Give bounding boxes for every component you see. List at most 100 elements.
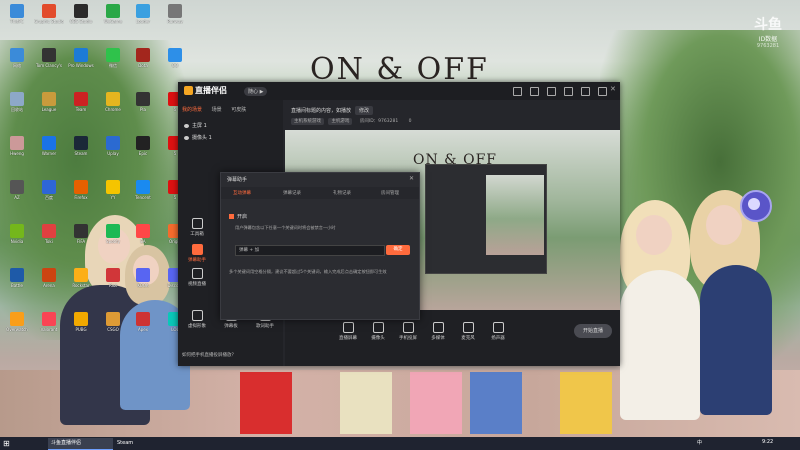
desktop-icon[interactable]: 百度 (34, 180, 64, 200)
desktop-icon[interactable]: Pro Windows (66, 48, 96, 68)
tool-label: 歌词助手 (256, 324, 274, 329)
taskbar-app-livecompanion[interactable]: 斗鱼直播伴侣 (48, 438, 113, 450)
desktop-icon[interactable]: Hweng (2, 136, 32, 156)
tool-video-live[interactable]: 视频直播 (182, 268, 212, 287)
desktop-icon[interactable]: YY (98, 180, 128, 200)
desktop-icon[interactable]: Dota (128, 48, 158, 68)
enable-checkbox[interactable]: 开启 (229, 213, 247, 220)
desktop-icon[interactable]: ThisPC (2, 4, 32, 24)
desktop-icon-label: Battle (11, 283, 23, 288)
desktop-icon[interactable]: Tom Clancy's (34, 48, 64, 68)
tool-toolbox[interactable]: 工具箱 (182, 218, 212, 237)
desktop-icon-label: Uplay (107, 151, 119, 156)
tool-avatar[interactable]: 虚拟形象 (182, 310, 212, 329)
desktop-icon[interactable]: Runway (160, 4, 190, 24)
close-icon[interactable]: ✕ (610, 85, 617, 93)
start-button[interactable]: ⊞ (3, 439, 12, 448)
desktop-icon-label: AZ (14, 195, 20, 200)
desktop-icon[interactable]: Battle (2, 268, 32, 288)
app-icon (168, 48, 182, 62)
confirm-button[interactable]: 确定 (386, 245, 410, 255)
desktop-icon[interactable]: KOOK (128, 268, 158, 288)
desktop-icon[interactable]: AZ (2, 180, 32, 200)
add-screen-capture[interactable]: 直播屏幕 (331, 322, 365, 341)
add-media[interactable]: 多媒体 (421, 322, 455, 341)
scene-item[interactable]: 摄像头 1 (184, 134, 212, 141)
subcategory-chip[interactable]: 主机游戏 (328, 118, 353, 125)
desktop-icon[interactable]: Riot (98, 268, 128, 288)
microphone-toggle[interactable]: 麦克风 (451, 322, 485, 341)
desktop-icon[interactable]: Graphic Studio (34, 4, 64, 24)
eye-icon[interactable] (184, 123, 189, 128)
desktop-icon[interactable]: OBS Studio (66, 4, 96, 24)
tab-gift-log[interactable]: 礼物记录 (333, 190, 351, 196)
skin-icon[interactable] (547, 87, 556, 96)
desktop-icon[interactable]: 微信 (98, 48, 128, 68)
tool-danmaku-helper[interactable]: 弹幕助手 (182, 244, 212, 263)
desktop-icon[interactable]: Apex (128, 312, 158, 332)
desktop-icon[interactable]: Firefox (66, 180, 96, 200)
desktop-icon[interactable]: EA (128, 224, 158, 244)
category-chip[interactable]: 主机系统游戏 (291, 118, 324, 125)
desktop-icon[interactable]: FIFA (66, 224, 96, 244)
tab-my-scenes[interactable]: 我的场景 (182, 107, 202, 113)
app-icon (106, 268, 120, 282)
desktop-icon[interactable]: PUBG (66, 312, 96, 332)
desktop-icon[interactable]: 回收站 (2, 92, 32, 112)
desktop-icon[interactable]: Valorant (34, 312, 64, 332)
bell-icon[interactable] (513, 87, 522, 96)
add-phone-cast[interactable]: 手机投屏 (391, 322, 425, 341)
help-hint[interactable]: 如何把手机直播投屏播放？ (182, 352, 236, 358)
desktop-icon[interactable]: Arena (34, 268, 64, 288)
maximize-icon[interactable] (598, 87, 607, 96)
room-title-text[interactable]: 直播间标题的内容，如播放 (291, 108, 351, 114)
version-chip[interactable]: 随心 ▶ (244, 87, 268, 96)
checkbox-icon[interactable] (229, 214, 234, 219)
desktop-icon[interactable]: Toki (34, 224, 64, 244)
desktop-icon[interactable]: Epic (128, 136, 158, 156)
keyword-input[interactable]: 弹幕 + 加 (235, 245, 385, 256)
desktop-icon[interactable]: QQ (160, 48, 190, 68)
app-icon (136, 180, 150, 194)
tab-danmaku-log[interactable]: 弹幕记录 (283, 190, 301, 196)
add-camera[interactable]: 摄像头 (361, 322, 395, 341)
desktop-icon[interactable]: Uplay (98, 136, 128, 156)
desktop-icon[interactable]: Steam (66, 136, 96, 156)
app-icon (136, 136, 150, 150)
minimize-icon[interactable] (581, 87, 590, 96)
desktop-icon[interactable]: 网络 (2, 48, 32, 68)
tab-interactive-danmaku[interactable]: 互动弹幕 (233, 190, 251, 196)
input-language[interactable]: 中 (697, 439, 702, 446)
start-live-button[interactable]: 开始直播 (574, 324, 612, 338)
tab-scenes[interactable]: 场景 (212, 107, 222, 113)
desktop-icon-label: Arena (43, 283, 55, 288)
desktop-icon[interactable]: Team (66, 92, 96, 112)
taskbar-app-steam[interactable]: Steam (114, 438, 177, 449)
desktop-icon[interactable]: Nvidia (2, 224, 32, 244)
desktop-icon[interactable]: Rockstar (66, 268, 96, 288)
desktop-icon[interactable]: Warner (34, 136, 64, 156)
desktop-icon[interactable]: Overwatch (2, 312, 32, 332)
desktop-icon[interactable]: Loader (128, 4, 158, 24)
danmaku-helper-dialog: 弹幕助手 ✕ 互动弹幕 弹幕记录 礼物记录 房间管理 开启 用户弹幕包含以下任意… (220, 172, 420, 320)
keyword-note: 多个关键词用空格分隔，建议不要超过5个关键词，输入完成后点击确定按钮即可生效 (229, 269, 387, 274)
settings-icon[interactable] (564, 87, 573, 96)
tab-room-manage[interactable]: 房间管理 (381, 190, 399, 196)
desktop-icon[interactable]: Tencent (128, 180, 158, 200)
desktop-icon[interactable]: WeGame (98, 4, 128, 24)
clock[interactable]: 9:22 (762, 439, 773, 445)
desktop-icon[interactable]: Spotify (98, 224, 128, 244)
speaker-toggle[interactable]: 扬声器 (481, 322, 515, 341)
tab-skins[interactable]: 可皮肤 (231, 107, 246, 113)
dialog-close-button[interactable]: ✕ (409, 175, 414, 182)
desktop-icon[interactable]: Chrome (98, 92, 128, 112)
scene-item[interactable]: 主屏 1 (184, 122, 207, 129)
message-icon[interactable] (530, 87, 539, 96)
desktop-icon[interactable]: Pla (128, 92, 158, 112)
speaker-icon (492, 322, 504, 333)
app-icon (42, 48, 56, 62)
desktop-icon[interactable]: League (34, 92, 64, 112)
edit-title-button[interactable]: 修改 (355, 106, 374, 115)
desktop-icon[interactable]: CSGO (98, 312, 128, 332)
eye-icon[interactable] (184, 135, 189, 140)
